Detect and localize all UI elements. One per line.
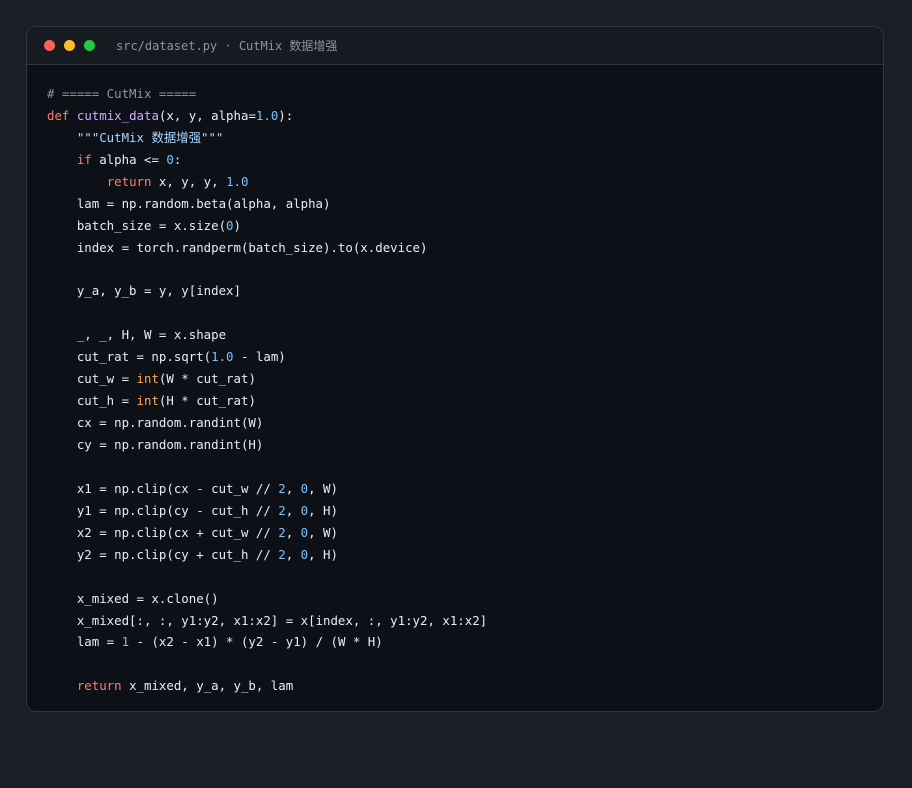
code-token: cy = np.random.randint(H) [47,437,264,452]
code-token: 2 [278,546,286,562]
code-token: x_mixed = x.clone() [47,590,219,606]
code-token: x_mixed, y_a, y_b, lam [121,678,294,694]
code-token: 1 [121,634,130,650]
code-line: x1 = np.clip(cx - cut_w // 2, 0, W) [47,478,487,500]
code-token: (W * cut_rat) [158,371,256,387]
code-line: index = torch.randperm(batch_size).to(x.… [47,237,487,259]
code-token: x1 = np.clip(cx - cut_w // [47,480,279,496]
code-token: 1.0 [226,173,249,189]
code-line: x_mixed = x.clone() [47,588,487,610]
code-line: cut_rat = np.sqrt(1.0 - lam) [47,346,487,368]
code-token: 2 [278,524,286,540]
code-token: 1.0 [255,107,279,123]
code-line: def cutmix_data(x, y, alpha=1.0): [47,105,487,127]
code-line: x_mixed[:, :, y1:y2, x1:x2] = x[index, :… [47,610,487,632]
code-token: : [173,151,182,167]
window-titlebar: src/dataset.py · CutMix 数据增强 [27,27,883,65]
code-line: if alpha <= 0: [47,149,487,171]
code-line: y_a, y_b = y, y[index] [47,280,487,302]
code-token: cut_w = [47,371,137,387]
code-token: - (x2 - x1) * (y2 - y1) / (W * H) [129,634,383,650]
code-token: 2 [278,480,286,496]
code-token: cut_h = [47,393,137,409]
code-token: cut_rat = np.sqrt( [47,349,212,365]
code-token: return [106,173,152,189]
code-line: y2 = np.clip(cy + cut_h // 2, 0, H) [47,544,487,566]
code-token: , H) [308,546,338,562]
code-token: alpha <= [91,151,167,167]
code-token: def [47,107,70,123]
code-token: ): [278,107,294,123]
code-token: lam = [47,634,122,650]
code-token: , [285,502,301,518]
code-window: src/dataset.py · CutMix 数据增强 # ===== Cut… [26,26,884,712]
code-line: # ===== CutMix ===== [47,83,487,105]
code-token: return [76,678,122,694]
code-token: 0 [300,546,309,562]
code-token: cutmix_data [76,107,159,123]
code-token: , H) [308,502,338,518]
code-line: x2 = np.clip(cx + cut_w // 2, 0, W) [47,522,487,544]
code-token: 0 [300,480,309,496]
code-token: , [285,480,301,496]
code-token: ) [233,217,241,233]
code-token: , [285,524,301,540]
close-window-icon[interactable] [44,40,55,51]
code-token: (H * cut_rat) [158,393,256,409]
code-token: """CutMix 数据增强""" [76,129,224,145]
code-token: x_mixed[:, :, y1:y2, x1:x2] = x[index, :… [47,612,488,628]
window-title: src/dataset.py · CutMix 数据增强 [116,39,338,53]
code-token: , W) [308,480,338,496]
code-line: y1 = np.clip(cy - cut_h // 2, 0, H) [47,500,487,522]
code-token: 0 [300,524,309,540]
code-token: y_a, y_b = y, y[index] [47,283,241,299]
code-line: cut_h = int(H * cut_rat) [47,390,487,412]
code-line: _, _, H, W = x.shape [47,324,487,346]
code-token: lam = np.random.beta(alpha, alpha) [47,195,331,211]
code-token: (x, y, alpha= [158,107,256,123]
code-token: int [136,371,159,387]
code-token: cx = np.random.randint(W) [47,415,264,431]
code-token: # ===== CutMix ===== [47,86,197,101]
code-token: index = torch.randperm(batch_size).to(x.… [47,239,428,255]
code-token: , W) [308,524,338,540]
code-token: 0 [166,151,174,167]
code-token: if [76,151,92,167]
code-line: return x_mixed, y_a, y_b, lam [47,675,487,697]
code-line: batch_size = x.size(0) [47,215,487,237]
minimize-window-icon[interactable] [64,40,75,51]
code-token: y2 = np.clip(cy + cut_h // [47,546,279,562]
code-token: x, y, y, [151,173,227,189]
maximize-window-icon[interactable] [84,40,95,51]
code-token: 0 [300,502,309,518]
code-token: 0 [226,217,234,233]
code-line: lam = np.random.beta(alpha, alpha) [47,193,487,215]
code-token: x2 = np.clip(cx + cut_w // [47,524,279,540]
code-line: cut_w = int(W * cut_rat) [47,368,487,390]
code-token: batch_size = x.size( [47,217,227,233]
code-token: 2 [278,502,286,518]
code-line: cx = np.random.randint(W) [47,412,487,434]
code-token: - lam) [233,349,286,365]
code-line: return x, y, y, 1.0 [47,171,487,193]
code-block[interactable]: # ===== CutMix ===== def cutmix_data(x, y… [47,83,487,697]
code-token: y1 = np.clip(cy - cut_h // [47,502,279,518]
code-line: cy = np.random.randint(H) [47,434,487,456]
code-line: lam = 1 - (x2 - x1) * (y2 - y1) / (W * H… [47,631,487,653]
code-token: int [136,393,159,409]
code-token: _, _, H, W = x.shape [47,327,227,343]
code-token: , [285,546,301,562]
code-line: """CutMix 数据增强""" [47,127,487,149]
code-token: 1.0 [211,349,234,365]
